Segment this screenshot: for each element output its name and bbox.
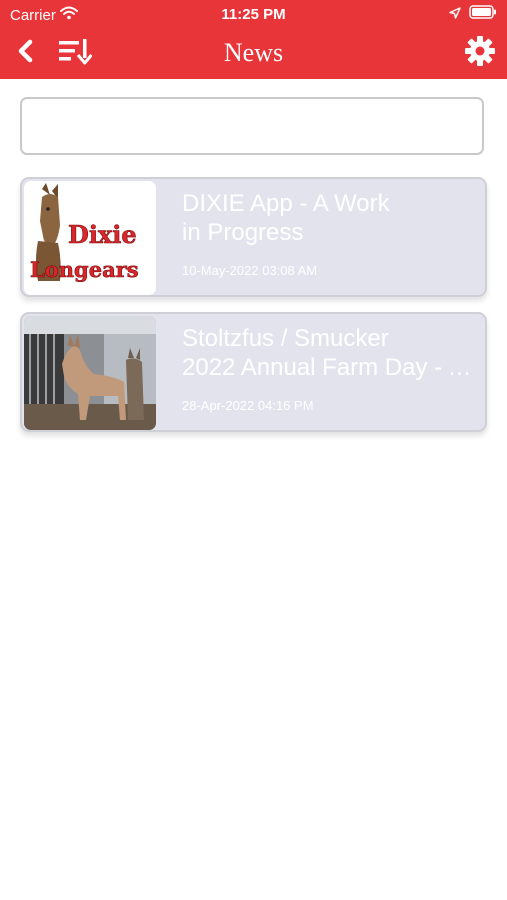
news-title: DIXIE App - A Work in Progress — [182, 189, 472, 247]
status-bar: Carrier 11:25 PM — [0, 0, 507, 28]
battery-icon — [469, 5, 497, 24]
search-input[interactable] — [20, 97, 484, 155]
news-thumbnail-dixie-logo: Dixie Longears — [24, 181, 156, 295]
location-arrow-icon — [449, 6, 461, 24]
news-item-dixie-app[interactable]: Dixie Longears DIXIE App - A Work in Pro… — [20, 177, 487, 297]
news-thumbnail-mules-photo — [24, 316, 156, 430]
dixie-logo-text: Dixie — [68, 220, 137, 249]
news-title: Stoltzfus / Smucker 2022 Annual Farm Day… — [182, 324, 472, 382]
gear-icon — [465, 35, 495, 71]
screen: Carrier 11:25 PM News Dixie Longears DIX… — [0, 0, 507, 900]
nav-bar: News — [0, 28, 507, 79]
news-title-line-1: Stoltzfus / Smucker — [182, 325, 389, 352]
status-right — [449, 5, 497, 24]
news-title-line-2: 2022 Annual Farm Day - Auction — [182, 354, 472, 381]
longears-logo-text: Longears — [30, 257, 139, 282]
news-title-line-2: in Progress — [182, 219, 304, 246]
status-time: 11:25 PM — [221, 6, 286, 23]
page-title: News — [223, 38, 284, 67]
news-title-line-1: DIXIE App - A Work — [182, 190, 390, 217]
news-date: 10-May-2022 03:08 AM — [182, 263, 318, 278]
news-date: 28-Apr-2022 04:16 PM — [182, 398, 314, 413]
settings-button[interactable] — [463, 35, 497, 71]
app-header: Carrier 11:25 PM News — [0, 0, 507, 79]
news-item-farm-day[interactable]: Stoltzfus / Smucker 2022 Annual Farm Day… — [20, 312, 487, 432]
